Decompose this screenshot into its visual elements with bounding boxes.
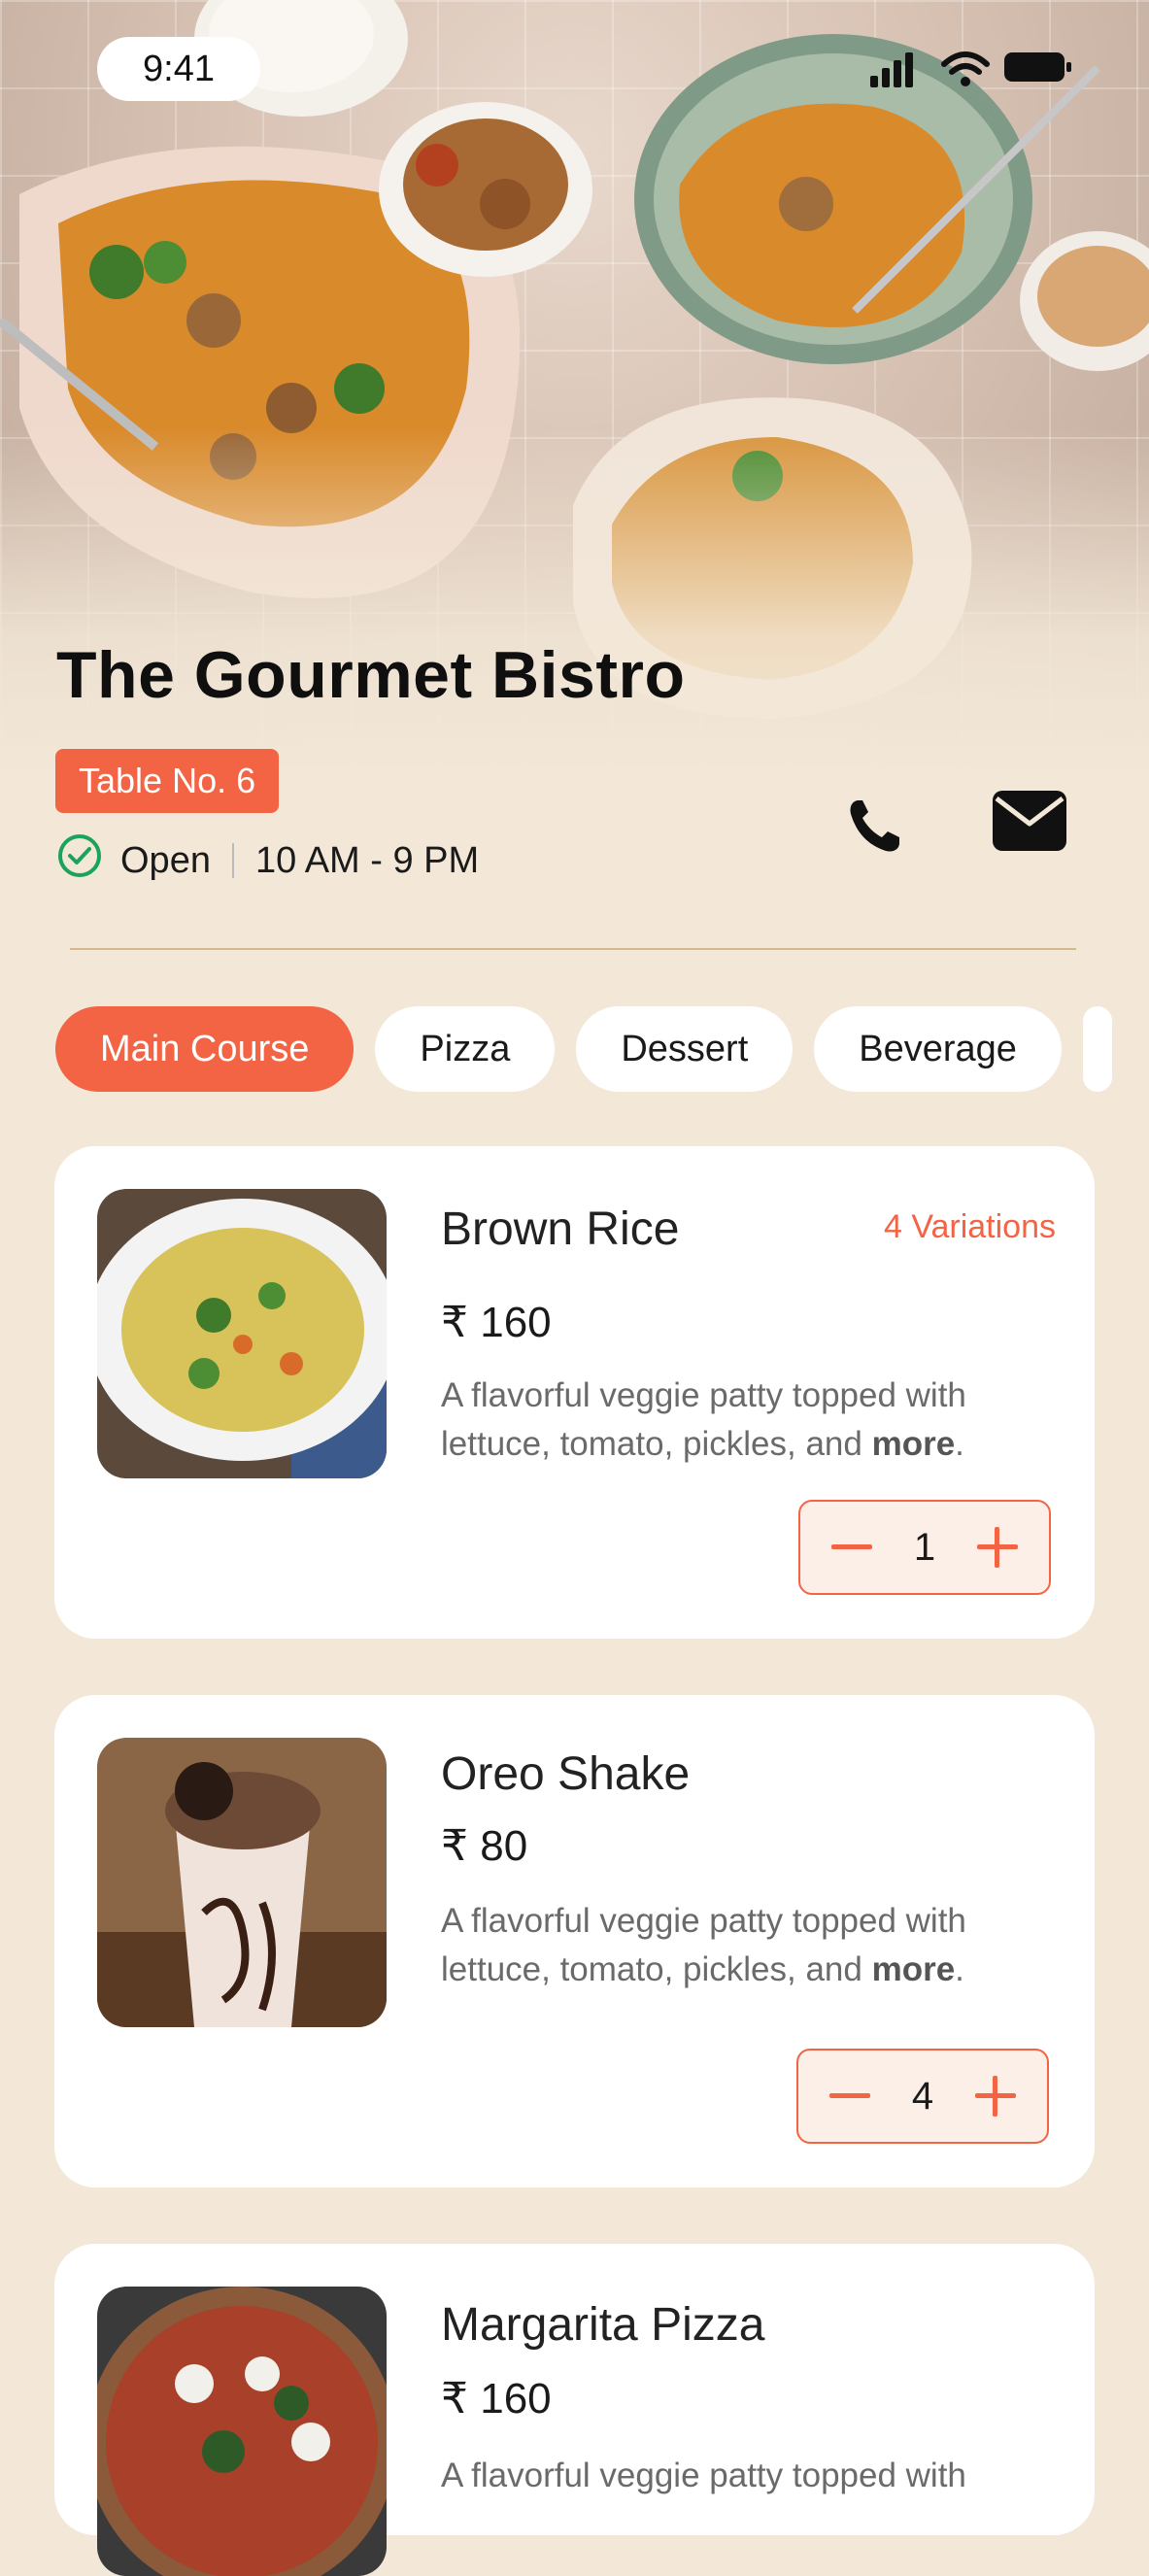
- brown-rice-image: [97, 1189, 387, 1478]
- status-bar: 9:41: [0, 0, 1149, 136]
- plus-icon[interactable]: [973, 2074, 1018, 2118]
- hours-range: 10 AM - 9 PM: [254, 839, 480, 881]
- signal-icon: [870, 52, 913, 87]
- margarita-pizza-image: [97, 2287, 387, 2576]
- status-icons: [870, 49, 1074, 87]
- table-badge: Table No. 6: [55, 749, 280, 813]
- phone-icon[interactable]: [843, 795, 905, 862]
- tab-main-course[interactable]: Main Course: [55, 1006, 355, 1092]
- item-price: ₹ 160: [441, 1299, 552, 1346]
- item-description-text: A flavorful veggie patty topped with: [441, 2457, 966, 2494]
- open-check-icon: [56, 832, 103, 889]
- variations-link[interactable]: 4 Variations: [884, 1208, 1056, 1246]
- opening-hours: Open 10 AM - 9 PM: [56, 832, 480, 889]
- item-description: A flavorful veggie patty topped with let…: [441, 1902, 966, 1988]
- tab-pizza[interactable]: Pizza: [375, 1006, 556, 1092]
- tab-beverage[interactable]: Beverage: [814, 1006, 1062, 1092]
- item-name: Margarita Pizza: [441, 2299, 765, 2351]
- tab-more[interactable]: [1082, 1006, 1112, 1092]
- hours-separator: [231, 843, 234, 878]
- item-description: A flavorful veggie patty topped with: [441, 2452, 1063, 2500]
- item-name: Brown Rice: [441, 1203, 680, 1255]
- menu-item-card[interactable]: Oreo Shake ₹ 80 A flavorful veggie patty…: [54, 1695, 1095, 2187]
- item-price: ₹ 160: [441, 2375, 552, 2423]
- quantity-stepper: 1: [798, 1500, 1051, 1595]
- oreo-shake-image: [97, 1738, 387, 2027]
- header-divider: [70, 948, 1076, 950]
- more-link[interactable]: more: [872, 1425, 956, 1463]
- item-name: Oreo Shake: [441, 1748, 691, 1800]
- plus-icon[interactable]: [975, 1525, 1020, 1570]
- minus-icon[interactable]: [828, 2074, 872, 2118]
- battery-icon: [1004, 52, 1071, 82]
- item-price: ₹ 80: [441, 1822, 528, 1870]
- item-description: A flavorful veggie patty topped with let…: [441, 1376, 966, 1463]
- more-link[interactable]: more: [872, 1950, 956, 1988]
- quantity-stepper: 4: [796, 2049, 1049, 2144]
- open-status: Open: [120, 839, 211, 881]
- tab-dessert[interactable]: Dessert: [576, 1006, 794, 1092]
- restaurant-name: The Gourmet Bistro: [56, 638, 686, 712]
- category-tabs: Main Course Pizza Dessert Beverage: [55, 1006, 1112, 1094]
- quantity-value: 4: [911, 2074, 934, 2118]
- menu-item-card[interactable]: Brown Rice 4 Variations ₹ 160 A flavorfu…: [54, 1146, 1095, 1639]
- mail-icon[interactable]: [991, 789, 1068, 858]
- minus-icon[interactable]: [829, 1525, 874, 1570]
- menu-item-card[interactable]: Margarita Pizza ₹ 160 A flavorful veggie…: [54, 2244, 1095, 2576]
- wifi-icon: [941, 51, 990, 86]
- status-time: 9:41: [97, 37, 260, 101]
- quantity-value: 1: [913, 1525, 936, 1569]
